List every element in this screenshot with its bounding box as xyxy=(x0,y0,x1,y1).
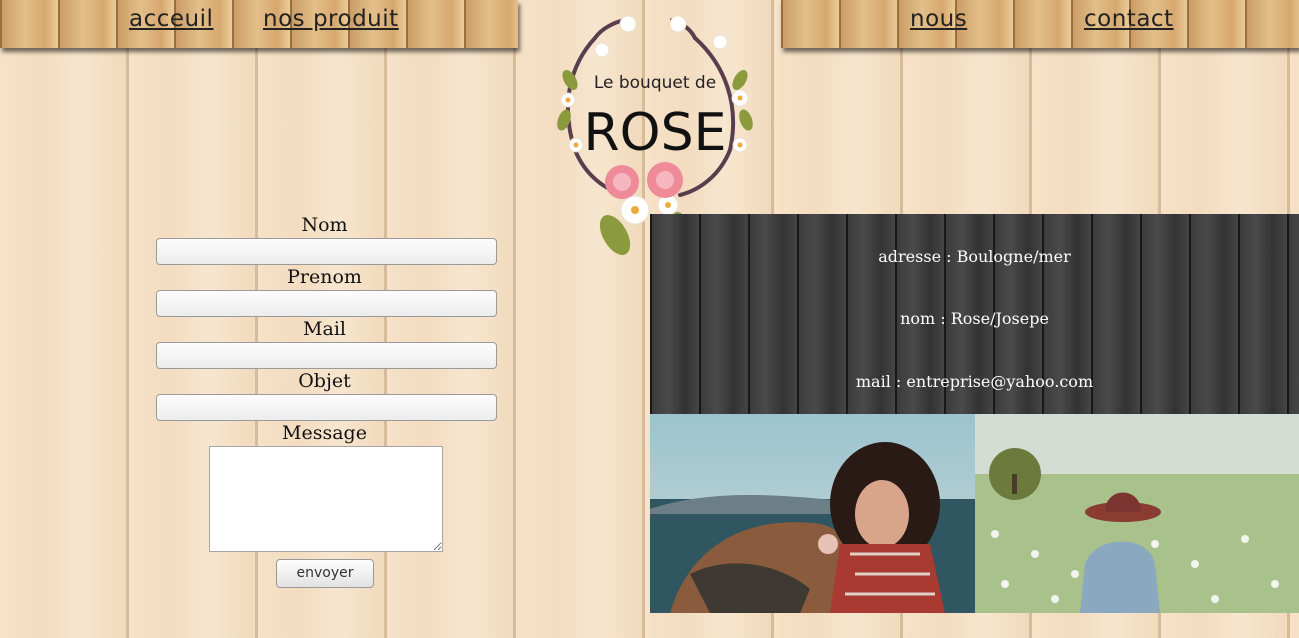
envoyer-button[interactable]: envoyer xyxy=(276,559,374,588)
nav-link-contact[interactable]: contact xyxy=(1084,6,1174,32)
prenom-input[interactable] xyxy=(156,290,497,317)
contact-form: Nom Prenom Mail Objet Message envoyer xyxy=(156,213,497,588)
label-mail: Mail xyxy=(303,318,346,340)
nav-bar-left: acceuil nos produit xyxy=(0,0,518,48)
info-name: nom : Rose/Josepe xyxy=(900,309,1049,328)
logo-line1: Le bouquet de xyxy=(594,73,716,93)
label-objet: Objet xyxy=(298,370,351,392)
info-address: adresse : Boulogne/mer xyxy=(878,247,1071,266)
nav-link-nos-produit[interactable]: nos produit xyxy=(263,6,399,32)
nav-bar-right: nous contact xyxy=(781,0,1299,48)
nav-link-nous[interactable]: nous xyxy=(910,6,967,32)
photo-field-hat xyxy=(975,414,1299,613)
photo-woman-cliff xyxy=(650,414,975,613)
logo-line2: ROSE xyxy=(584,103,727,163)
message-textarea[interactable] xyxy=(209,446,443,552)
label-nom: Nom xyxy=(301,214,348,236)
nom-input[interactable] xyxy=(156,238,497,265)
info-mail: mail : entreprise@yahoo.com xyxy=(855,372,1094,391)
label-prenom: Prenom xyxy=(287,266,362,288)
mail-input[interactable] xyxy=(156,342,497,369)
info-panel: adresse : Boulogne/mer nom : Rose/Josepe… xyxy=(650,214,1299,414)
nav-link-acceuil[interactable]: acceuil xyxy=(129,6,213,32)
label-message: Message xyxy=(282,422,367,444)
objet-input[interactable] xyxy=(156,394,497,421)
